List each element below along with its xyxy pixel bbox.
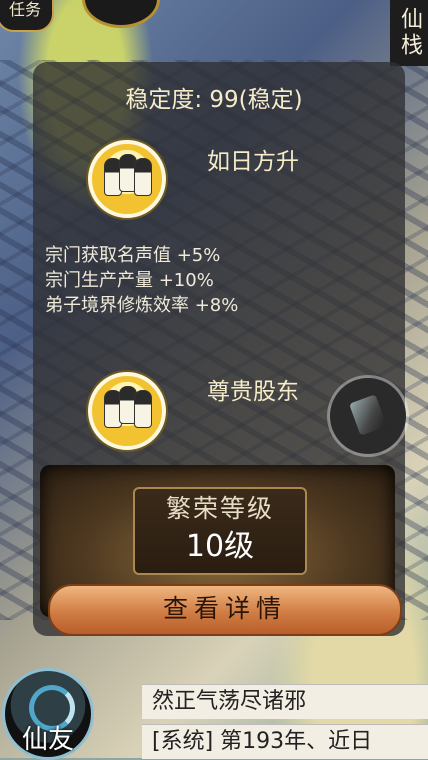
current-status-title: 如日方升 bbox=[207, 149, 299, 175]
effect-line: 宗门生产产量 +10% bbox=[45, 270, 214, 291]
current-status-effects: 宗门获取名声值 +5% 宗门生产产量 +10% 弟子境界修炼效率 +8% bbox=[45, 243, 238, 318]
current-status-avatar-icon bbox=[88, 140, 166, 218]
next-status-avatar-icon bbox=[88, 372, 166, 450]
right-tab-label: 仙栈 bbox=[397, 7, 422, 59]
friends-button[interactable]: 仙友 bbox=[2, 668, 94, 760]
stability-text: 稳定度: 99(稳定) bbox=[125, 87, 303, 113]
prosperity-plate: 繁荣等级 10级 bbox=[133, 487, 307, 575]
chat-message[interactable]: [系统] 第193年、近日 bbox=[142, 724, 428, 759]
task-label: 任务 bbox=[8, 0, 41, 19]
friends-label: 仙友 bbox=[21, 725, 74, 755]
chat-message[interactable]: 然正气荡尽诸邪 bbox=[142, 684, 428, 719]
ore-resource-icon[interactable] bbox=[330, 378, 406, 454]
view-details-button[interactable]: 查看详情 bbox=[48, 584, 402, 636]
effect-line: 宗门获取名声值 +5% bbox=[45, 245, 221, 266]
effect-line: 弟子境界修炼效率 +8% bbox=[45, 295, 239, 316]
prosperity-label: 繁荣等级 bbox=[165, 494, 274, 523]
right-side-tab[interactable]: 仙栈 bbox=[390, 0, 428, 66]
task-button[interactable]: 任务 bbox=[0, 0, 54, 32]
prosperity-value: 10级 bbox=[185, 529, 255, 564]
next-status-title: 尊贵股东 bbox=[207, 379, 299, 405]
